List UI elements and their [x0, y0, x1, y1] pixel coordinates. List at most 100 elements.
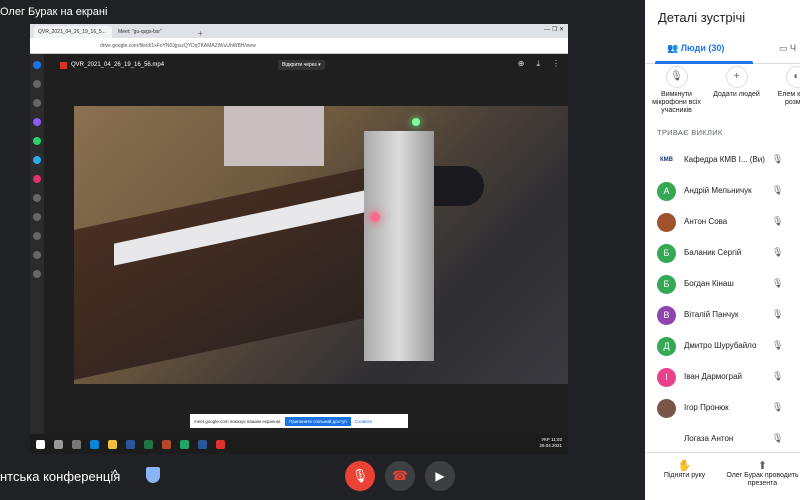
- avatar: [657, 399, 676, 418]
- sidebar-player-icon[interactable]: [33, 194, 41, 202]
- avatar: В: [657, 306, 676, 325]
- powerpoint-icon[interactable]: [162, 439, 171, 449]
- player-actions: ⊕ ⤓ ⋮: [518, 59, 560, 69]
- share-notice-text: meet.google.com показує вашим екраном.: [194, 418, 282, 424]
- app-icon-blue[interactable]: [198, 439, 207, 449]
- address-bar[interactable]: drive.google.com/file/d/1xFoYN03jpszQYDq…: [30, 38, 568, 54]
- taskbar-time: 11:02: [551, 437, 562, 442]
- participant-row[interactable]: І Іван Дармограй 🎙: [645, 362, 800, 393]
- participant-row[interactable]: В Віталій Панчук 🎙: [645, 300, 800, 331]
- app-icon-green[interactable]: [180, 439, 189, 449]
- opera-icon[interactable]: [216, 439, 225, 449]
- window-controls[interactable]: — ❐ ✕: [544, 26, 564, 33]
- sidebar-heart-icon[interactable]: [33, 232, 41, 240]
- mic-off-icon[interactable]: 🎙: [772, 433, 783, 444]
- sidebar-box-icon[interactable]: [33, 99, 41, 107]
- presenting-button[interactable]: ⬆ Олег Бурак проводить презента: [725, 459, 800, 488]
- video-file-icon: [60, 61, 67, 69]
- instagram-icon[interactable]: [33, 175, 41, 183]
- screen-share-notice: meet.google.com показує вашим екраном. П…: [190, 414, 408, 428]
- sidebar-send-icon[interactable]: [33, 213, 41, 221]
- hide-notice-button[interactable]: Сховати: [355, 419, 372, 424]
- host-controls-button[interactable]: ◐ Елем керув розміщ: [769, 66, 800, 107]
- shared-browser-window: QVR_2021_04_26_19_16_5... Meet: "gu-qsgs…: [30, 24, 568, 454]
- avatar: І: [657, 368, 676, 387]
- chevron-up-icon[interactable]: ^: [112, 467, 118, 482]
- mute-all-label: Вимкнути мікрофони всіх учасників: [652, 91, 701, 114]
- browser-tab-meet[interactable]: Meet: "gu-qsgs-bsr": [114, 26, 192, 38]
- video-frame[interactable]: [74, 106, 568, 384]
- sidebar-history-icon[interactable]: [33, 251, 41, 259]
- download-icon[interactable]: ⤓: [536, 59, 540, 69]
- search-icon[interactable]: [54, 439, 63, 449]
- mute-all-button[interactable]: 🎙 Вимкнути мікрофони всіх учасників: [649, 66, 704, 115]
- edge-icon[interactable]: [90, 439, 99, 449]
- drive-video-player: QVR_2021_04_26_19_16_56.mp4 Відкрити чер…: [44, 54, 568, 442]
- tab-chat[interactable]: ▭ Ч: [779, 43, 796, 54]
- mic-off-icon[interactable]: 🎙: [772, 185, 783, 196]
- participant-name: Андрій Мельничук: [684, 186, 752, 195]
- excel-icon[interactable]: [144, 439, 153, 449]
- avatar: КМВ: [657, 151, 676, 170]
- add-shortcut-icon[interactable]: ⊕: [518, 59, 525, 69]
- participant-row[interactable]: Б Баланик Сергій 🎙: [645, 238, 800, 269]
- avatar: [657, 213, 676, 232]
- participant-name: Ігор Пронюк: [684, 403, 729, 412]
- open-with-button[interactable]: Відкрити через ▾: [278, 60, 325, 70]
- participant-row[interactable]: А Андрій Мельничук 🎙: [645, 176, 800, 207]
- participant-row[interactable]: Ігор Пронюк 🎙: [645, 393, 800, 424]
- browser-tab-drive[interactable]: QVR_2021_04_26_19_16_5...: [34, 26, 112, 38]
- sidebar-settings-icon[interactable]: [33, 270, 41, 278]
- toggle-icon: ◐: [785, 66, 800, 88]
- new-tab-icon[interactable]: +: [194, 29, 207, 38]
- mic-off-icon[interactable]: 🎙: [772, 216, 783, 227]
- mic-off-icon[interactable]: 🎙: [772, 247, 783, 258]
- avatar: Д: [657, 337, 676, 356]
- more-options-icon[interactable]: ⋮: [552, 59, 560, 69]
- presenting-label: Олег Бурак проводить презента: [726, 472, 799, 487]
- mic-off-icon[interactable]: 🎙: [772, 309, 783, 320]
- raise-hand-label: Підняти руку: [663, 472, 706, 479]
- participant-row[interactable]: Б Богдан Кінаш 🎙: [645, 269, 800, 300]
- tab-people[interactable]: 👥 Люди (30): [667, 43, 724, 54]
- mic-off-icon[interactable]: 🎙: [772, 371, 783, 382]
- raise-hand-button[interactable]: ✋ Підняти руку: [647, 459, 722, 480]
- host-controls-label: Елем керув розміщ: [777, 91, 800, 106]
- sidebar-star-icon[interactable]: [33, 80, 41, 88]
- tab-people-underline: [655, 61, 753, 64]
- mic-off-icon[interactable]: 🎙: [772, 402, 783, 413]
- word-icon[interactable]: [126, 439, 135, 449]
- participant-row[interactable]: Логаза Антон 🎙: [645, 424, 800, 455]
- windows-taskbar: УКР 11:02 29.04.2021: [30, 434, 568, 454]
- telegram-icon[interactable]: [33, 156, 41, 164]
- present-icon: ⬆: [757, 460, 768, 472]
- address-text[interactable]: drive.google.com/file/d/1xFoYN03jpszQYDq…: [100, 43, 256, 49]
- mic-off-icon[interactable]: 🎙: [772, 278, 783, 289]
- task-view-icon[interactable]: [72, 439, 81, 449]
- explorer-icon[interactable]: [108, 439, 117, 449]
- mic-off-icon[interactable]: 🎙: [772, 154, 783, 165]
- mic-off-icon[interactable]: 🎙: [772, 340, 783, 351]
- participant-name: Дмитро Шурубайло: [684, 341, 757, 350]
- sidebar-home-icon[interactable]: [33, 61, 41, 69]
- taskbar-clock: УКР 11:02 29.04.2021: [539, 437, 562, 449]
- camera-button[interactable]: ▶: [425, 461, 455, 491]
- participant-row[interactable]: КМВ Кафедра КМВ І... (Ви) 🎙: [645, 145, 800, 176]
- participant-list: КМВ Кафедра КМВ І... (Ви) 🎙 А Андрій Мельнич…: [645, 145, 800, 455]
- video-metal-frame: [364, 131, 434, 361]
- add-people-label: Додати людей: [713, 91, 760, 98]
- add-people-button[interactable]: + Додати людей: [709, 66, 764, 99]
- presenter-label: Олег Бурак на екрані: [0, 6, 108, 18]
- tab-people-label: Люди (30): [680, 43, 725, 53]
- panel-title: Деталі зустрічі: [658, 10, 746, 25]
- stop-sharing-button[interactable]: Припинити спільний доступ: [285, 416, 351, 426]
- participant-row[interactable]: Д Дмитро Шурубайло 🎙: [645, 331, 800, 362]
- whatsapp-icon[interactable]: [33, 137, 41, 145]
- browser-sidebar: [30, 54, 44, 454]
- mic-off-button[interactable]: 🎙: [345, 461, 375, 491]
- messenger-icon[interactable]: [33, 118, 41, 126]
- participant-row[interactable]: Антон Сова 🎙: [645, 207, 800, 238]
- start-icon[interactable]: [36, 439, 45, 449]
- hang-up-button[interactable]: ☎: [385, 461, 415, 491]
- shield-icon[interactable]: [146, 467, 160, 483]
